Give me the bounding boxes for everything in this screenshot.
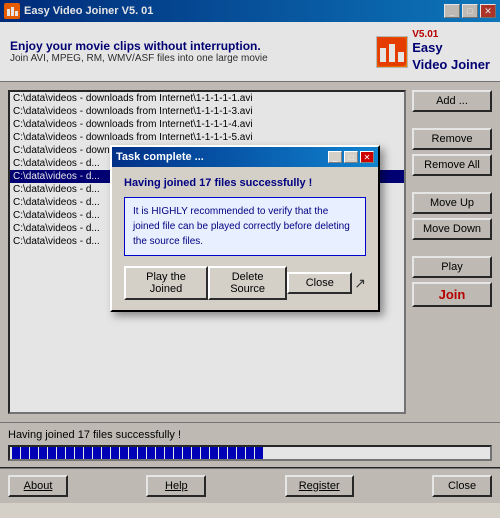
cursor-indicator: ↗ (354, 275, 366, 292)
modal-dialog: Task complete ... _ □ ✕ Having joined 17… (110, 145, 380, 312)
modal-warning-box: It is HIGHLY recommended to verify that … (124, 197, 366, 256)
modal-title-controls: _ □ ✕ (328, 151, 374, 163)
modal-body: Having joined 17 files successfully ! It… (112, 167, 378, 310)
modal-minimize-button[interactable]: _ (328, 151, 342, 163)
play-joined-button[interactable]: Play the Joined (124, 266, 208, 300)
modal-close-btn[interactable]: Close (287, 272, 352, 294)
modal-close-button[interactable]: ✕ (360, 151, 374, 163)
delete-source-button[interactable]: Delete Source (208, 266, 287, 300)
modal-title-bar: Task complete ... _ □ ✕ (112, 147, 378, 167)
modal-title: Task complete ... (116, 151, 328, 163)
modal-maximize-button[interactable]: □ (344, 151, 358, 163)
modal-success-text: Having joined 17 files successfully ! (124, 177, 366, 189)
modal-buttons: Play the Joined Delete Source Close ↗ (124, 266, 366, 300)
